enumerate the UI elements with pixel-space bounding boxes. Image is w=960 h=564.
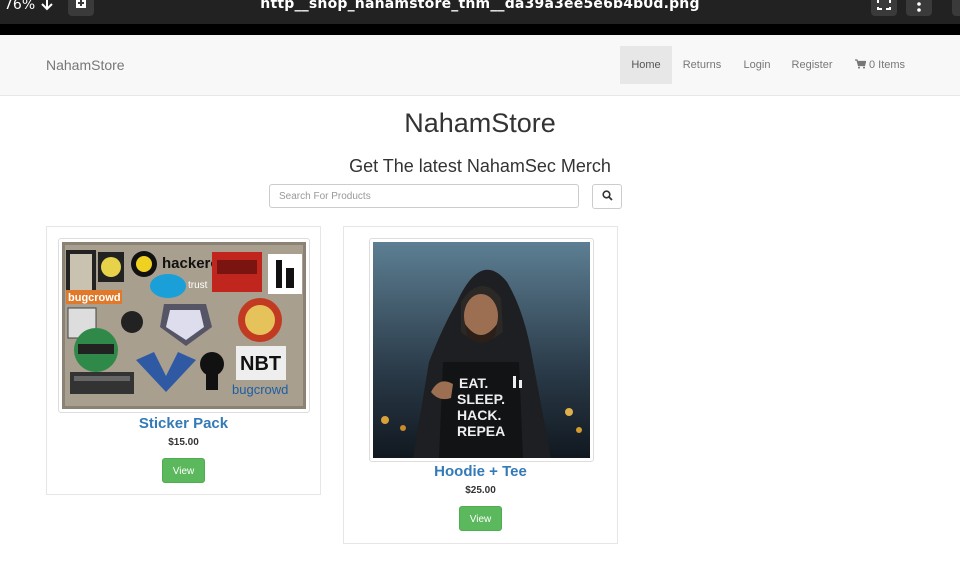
fullscreen-icon[interactable] bbox=[871, 0, 897, 16]
product-price: $25.00 bbox=[465, 485, 496, 496]
svg-text:HACK.: HACK. bbox=[457, 407, 501, 423]
product-name[interactable]: Sticker Pack bbox=[47, 415, 320, 432]
cart-count-label: 0 Items bbox=[868, 59, 906, 71]
product-card: hackerone trust bugcrowd NBT bugcrowd St… bbox=[46, 226, 321, 495]
file-name: http__shop_nahamstore_thm__da39a3ee5e6b4… bbox=[260, 0, 700, 12]
view-button[interactable]: View bbox=[162, 458, 205, 483]
nav-returns[interactable]: Returns bbox=[677, 46, 727, 84]
view-button[interactable]: View bbox=[459, 506, 502, 531]
svg-text:EAT.: EAT. bbox=[459, 375, 488, 391]
svg-text:REPEA: REPEA bbox=[457, 423, 505, 439]
product-price: $15.00 bbox=[168, 437, 199, 448]
sticker-laptop-image: hackerone trust bugcrowd NBT bugcrowd bbox=[62, 242, 306, 409]
toolbar-divider bbox=[0, 24, 960, 35]
toolbar-edge bbox=[952, 0, 960, 16]
more-options-icon[interactable] bbox=[906, 0, 932, 16]
svg-text:SLEEP.: SLEEP. bbox=[457, 391, 505, 407]
product-name[interactable]: Hoodie + Tee bbox=[344, 463, 617, 480]
nav-cart[interactable]: 0 Items bbox=[851, 46, 909, 84]
search-input[interactable] bbox=[269, 184, 579, 208]
nav-login[interactable]: Login bbox=[737, 46, 777, 84]
product-image[interactable]: EAT. SLEEP. HACK. REPEA bbox=[369, 238, 594, 462]
nav-home[interactable]: Home bbox=[620, 46, 672, 84]
navbar: NahamStore Home Returns Login Register 0… bbox=[0, 35, 960, 96]
product-card: EAT. SLEEP. HACK. REPEA Hoodie + Tee $25… bbox=[343, 226, 618, 544]
product-image[interactable]: hackerone trust bugcrowd NBT bugcrowd bbox=[58, 238, 310, 413]
search-button[interactable] bbox=[592, 184, 622, 209]
cart-icon bbox=[854, 59, 867, 69]
brand-link[interactable]: NahamStore bbox=[46, 57, 125, 73]
page-tagline: Get The latest NahamSec Merch bbox=[349, 156, 611, 176]
svg-text:bugcrowd: bugcrowd bbox=[68, 292, 121, 304]
viewer-toolbar: 76% http__shop_nahamstore_thm__da39a3ee5… bbox=[0, 0, 960, 35]
search-icon bbox=[601, 190, 613, 201]
nav-register[interactable]: Register bbox=[786, 46, 838, 84]
page-title: NahamStore bbox=[404, 108, 556, 138]
svg-text:bugcrowd: bugcrowd bbox=[232, 382, 288, 397]
hoodie-person-image: EAT. SLEEP. HACK. REPEA bbox=[373, 242, 590, 458]
svg-text:NBT: NBT bbox=[240, 353, 281, 375]
svg-text:trust: trust bbox=[188, 280, 208, 291]
